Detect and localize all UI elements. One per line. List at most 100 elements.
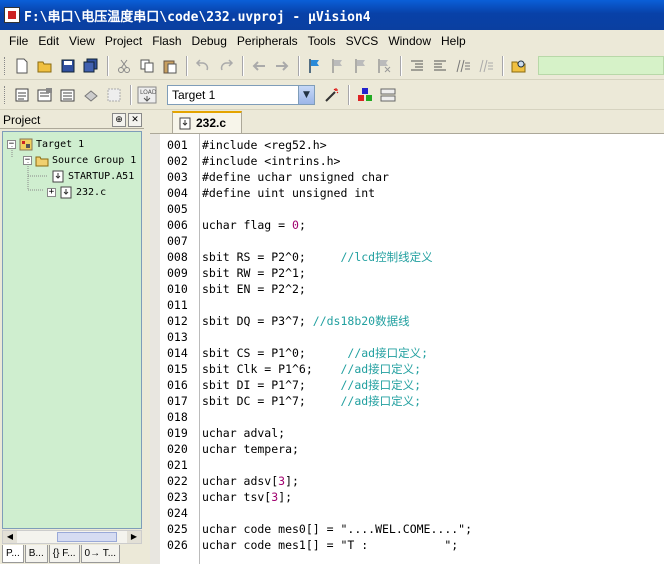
scissors-icon	[118, 59, 130, 73]
project-panel: Project ⊕ ✕ − Target 1 − Source Group 1 …	[0, 111, 144, 564]
code-text: #include <intrins.h>	[202, 153, 340, 169]
save-button[interactable]	[57, 56, 79, 76]
code-line[interactable]: 020 uchar tempera;	[150, 441, 664, 457]
uncomment-selection-button[interactable]	[475, 56, 497, 76]
code-token: ;	[298, 218, 306, 232]
code-token: #include <reg52.h>	[202, 138, 327, 152]
code-token: ];	[278, 490, 293, 504]
menu-window[interactable]: Window	[383, 34, 436, 48]
open-file-button[interactable]	[34, 56, 56, 76]
tab-project[interactable]: P...	[2, 545, 24, 563]
previous-bookmark-button[interactable]	[327, 56, 349, 76]
code-line[interactable]: 022 uchar adsv[3];	[150, 473, 664, 489]
code-line[interactable]: 006 uchar flag = 0;	[150, 217, 664, 233]
comment-icon	[456, 59, 470, 72]
bookmark-prev-icon	[332, 58, 342, 73]
code-line[interactable]: 021	[150, 457, 664, 473]
toolbar-grip[interactable]	[4, 56, 7, 75]
code-line[interactable]: 004 #define uint unsigned int	[150, 185, 664, 201]
code-line[interactable]: 005	[150, 201, 664, 217]
code-line[interactable]: 016 sbit DI = P1^7; //ad接口定义;	[150, 377, 664, 393]
code-editor[interactable]: 001 #include <reg52.h> 002 #include <intrin…	[150, 133, 664, 564]
code-line[interactable]: 009 sbit RW = P2^1;	[150, 265, 664, 281]
line-number: 025	[167, 522, 188, 536]
comment-selection-button[interactable]	[452, 56, 474, 76]
navigate-forward-button[interactable]	[271, 56, 293, 76]
navigate-back-button[interactable]	[248, 56, 270, 76]
unindent-button[interactable]	[429, 56, 451, 76]
scroll-right-icon[interactable]: ▶	[127, 531, 141, 543]
code-line[interactable]: 012 sbit DQ = P3^7; //ds18b20数据线	[150, 313, 664, 329]
menu-edit[interactable]: Edit	[33, 34, 64, 48]
tree-horizontal-scrollbar[interactable]: ◀ ▶	[2, 530, 142, 544]
tab-books[interactable]: B...	[24, 545, 48, 563]
editor-tab-232c[interactable]: 232.c	[172, 111, 242, 133]
menu-project[interactable]: Project	[100, 34, 147, 48]
stop-build-button[interactable]	[103, 85, 125, 105]
line-number: 020	[167, 442, 188, 456]
tab-templates[interactable]: 0→ T...	[80, 545, 121, 563]
pin-icon[interactable]: ⊕	[112, 112, 126, 127]
target-options-button[interactable]	[321, 85, 343, 105]
menu-tools[interactable]: Tools	[303, 34, 341, 48]
code-line[interactable]: 003 #define uchar unsigned char	[150, 169, 664, 185]
menu-file[interactable]: File	[4, 34, 33, 48]
target-select-value: Target 1	[172, 87, 216, 102]
code-line[interactable]: 023 uchar tsv[3];	[150, 489, 664, 505]
code-line[interactable]: 013	[150, 329, 664, 345]
code-line[interactable]: 015 sbit Clk = P1^6; //ad接口定义;	[150, 361, 664, 377]
indent-button[interactable]	[406, 56, 428, 76]
find-text-box[interactable]	[538, 56, 664, 75]
cut-button[interactable]	[113, 56, 135, 76]
code-line[interactable]: 014 sbit CS = P1^0; //ad接口定义;	[150, 345, 664, 361]
code-line[interactable]: 011	[150, 297, 664, 313]
code-line[interactable]: 008 sbit RS = P2^0; //lcd控制线定义	[150, 249, 664, 265]
code-line[interactable]: 018	[150, 409, 664, 425]
c-file-icon	[179, 117, 191, 129]
insert-bookmark-button[interactable]	[304, 56, 326, 76]
code-line[interactable]: 010 sbit EN = P2^2;	[150, 281, 664, 297]
code-line[interactable]: 001 #include <reg52.h>	[150, 137, 664, 153]
build-button[interactable]	[34, 85, 56, 105]
select-packs-button[interactable]	[377, 85, 399, 105]
toolbar-grip[interactable]	[4, 85, 7, 104]
scroll-thumb[interactable]	[57, 532, 117, 542]
chevron-down-icon[interactable]: ▼	[298, 85, 314, 104]
code-line[interactable]: 024	[150, 505, 664, 521]
clear-bookmarks-button[interactable]	[373, 56, 395, 76]
scroll-left-icon[interactable]: ◀	[3, 531, 17, 543]
translate-icon	[15, 88, 29, 101]
save-all-button[interactable]	[80, 56, 102, 76]
code-line[interactable]: 017 sbit DC = P1^7; //ad接口定义;	[150, 393, 664, 409]
tab-functions[interactable]: {} F...	[48, 545, 80, 563]
download-button[interactable]: LOAD	[136, 85, 158, 105]
code-comment: //ad接口定义;	[340, 394, 422, 408]
menu-peripherals[interactable]: Peripherals	[232, 34, 303, 48]
menu-debug[interactable]: Debug	[187, 34, 232, 48]
translate-button[interactable]	[11, 85, 33, 105]
menu-svcs[interactable]: SVCS	[341, 34, 384, 48]
next-bookmark-button[interactable]	[350, 56, 372, 76]
menu-flash[interactable]: Flash	[147, 34, 186, 48]
new-file-button[interactable]	[11, 56, 33, 76]
undo-button[interactable]	[192, 56, 214, 76]
code-line[interactable]: 025 uchar code mes0[] = "....WEL.COME....…	[150, 521, 664, 537]
target-select[interactable]: Target 1 ▼	[167, 84, 315, 105]
close-icon[interactable]: ✕	[128, 112, 142, 127]
code-line[interactable]: 019 uchar adval;	[150, 425, 664, 441]
copy-button[interactable]	[136, 56, 158, 76]
uvision-app-icon[interactable]	[4, 7, 20, 23]
rebuild-button[interactable]	[57, 85, 79, 105]
redo-button[interactable]	[215, 56, 237, 76]
find-in-files-button[interactable]	[508, 56, 530, 76]
menu-view[interactable]: View	[64, 34, 100, 48]
paste-button[interactable]	[159, 56, 181, 76]
manage-components-button[interactable]	[354, 85, 376, 105]
code-line[interactable]: 002 #include <intrins.h>	[150, 153, 664, 169]
components-icon	[358, 87, 372, 101]
code-line[interactable]: 007	[150, 233, 664, 249]
code-text: sbit DI = P1^7; //ad接口定义;	[202, 377, 421, 393]
batch-build-button[interactable]	[80, 85, 102, 105]
menu-help[interactable]: Help	[436, 34, 471, 48]
code-line[interactable]: 026 uchar code mes1[] = "T : ";	[150, 537, 664, 553]
